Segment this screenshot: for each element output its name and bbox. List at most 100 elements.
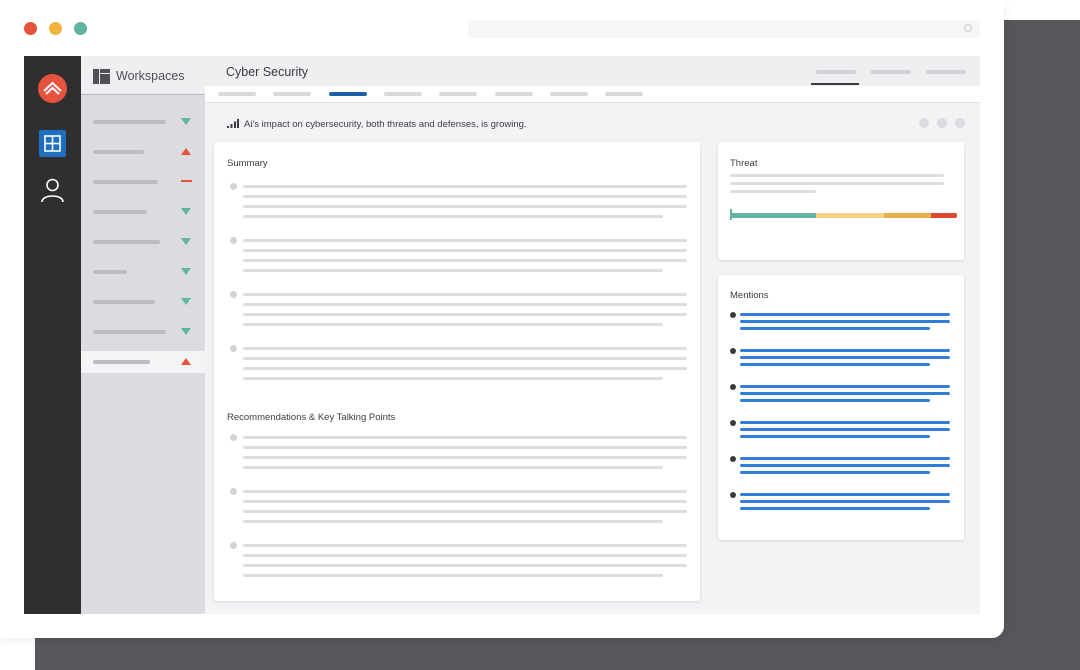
bullet-icon <box>230 542 237 549</box>
mention-link-line <box>740 320 950 323</box>
subtab-5[interactable] <box>439 92 477 96</box>
subtab-1[interactable] <box>218 92 256 96</box>
bullet-icon <box>730 420 736 426</box>
subtab-7[interactable] <box>550 92 588 96</box>
trend-down-icon <box>181 208 191 215</box>
app-frame: Workspaces Cyber Security Ai's impact on… <box>24 56 980 614</box>
header-tab-3[interactable] <box>926 70 966 74</box>
close-window-dot[interactable] <box>24 22 37 35</box>
maximize-window-dot[interactable] <box>74 22 87 35</box>
bullet-icon <box>730 384 736 390</box>
text-line-placeholder <box>243 544 687 547</box>
sidebar-item-label-placeholder <box>93 120 166 124</box>
sidebar-item-label-placeholder <box>93 210 147 214</box>
panel-control-dot-1[interactable] <box>919 118 929 128</box>
mention-link-line <box>740 349 950 352</box>
text-line-placeholder <box>243 510 687 513</box>
panel-control-dot-2[interactable] <box>937 118 947 128</box>
trend-down-icon <box>181 118 191 125</box>
sidebar-item[interactable] <box>81 231 205 253</box>
subtab-6[interactable] <box>495 92 533 96</box>
panel-control-dot-3[interactable] <box>955 118 965 128</box>
threat-gauge-marker <box>730 209 732 220</box>
sidebar-item[interactable] <box>81 141 205 163</box>
subtab-4[interactable] <box>384 92 422 96</box>
sidebar-item[interactable] <box>81 111 205 133</box>
sidebar-item[interactable] <box>81 201 205 223</box>
sidebar-item-label-placeholder <box>93 180 158 184</box>
text-line-placeholder <box>243 564 687 567</box>
search-icon <box>964 24 972 32</box>
trend-down-icon <box>181 328 191 335</box>
threat-gauge-segment <box>883 213 931 218</box>
trend-down-icon <box>181 268 191 275</box>
trend-down-icon <box>181 298 191 305</box>
text-line-placeholder <box>243 249 687 252</box>
threat-gauge <box>731 213 957 218</box>
text-line-placeholder <box>243 293 687 296</box>
mention-link-line <box>740 327 930 330</box>
mention-link-line <box>740 507 930 510</box>
text-line-placeholder <box>243 269 663 272</box>
mention-link-line <box>740 500 950 503</box>
trend-up-icon <box>181 358 191 365</box>
sidebar-item[interactable] <box>81 261 205 283</box>
text-line-placeholder <box>243 313 687 316</box>
trend-down-icon <box>181 238 191 245</box>
header-tab-1[interactable] <box>816 70 856 74</box>
text-line-placeholder <box>243 367 687 370</box>
mention-link-line <box>740 464 950 467</box>
text-line-placeholder <box>243 436 687 439</box>
header-tab-2[interactable] <box>871 70 911 74</box>
text-line-placeholder <box>243 520 663 523</box>
trend-up-icon <box>181 148 191 155</box>
threat-card: Threat <box>718 142 964 260</box>
text-line-placeholder <box>243 347 687 350</box>
threat-gauge-segment <box>731 213 816 218</box>
mention-link-line <box>740 471 930 474</box>
sidebar-item-label-placeholder <box>93 330 166 334</box>
text-line-placeholder <box>243 357 687 360</box>
bullet-icon <box>230 434 237 441</box>
text-line-placeholder <box>243 205 687 208</box>
threat-gauge-segment <box>815 213 884 218</box>
address-bar[interactable] <box>468 20 980 38</box>
subtab-2[interactable] <box>273 92 311 96</box>
mountain-logo-icon[interactable] <box>38 74 67 103</box>
text-line-placeholder <box>243 500 687 503</box>
sidebar-item[interactable] <box>81 291 205 313</box>
mention-link-line <box>740 313 950 316</box>
mentions-card: Mentions <box>718 275 964 540</box>
text-line-placeholder <box>243 574 663 577</box>
sidebar-item-label-placeholder <box>93 300 155 304</box>
mention-link-line <box>740 435 930 438</box>
text-line-placeholder <box>243 303 687 306</box>
sidebar-header: Workspaces <box>81 56 205 95</box>
threat-text-line <box>730 174 944 177</box>
text-line-placeholder <box>243 259 687 262</box>
sidebar-item[interactable] <box>81 321 205 343</box>
recommendations-title: Recommendations & Key Talking Points <box>227 412 396 423</box>
text-line-placeholder <box>243 185 687 188</box>
signal-bars-icon <box>227 119 239 128</box>
trend-flat-icon <box>181 180 192 182</box>
mention-link-line <box>740 385 950 388</box>
mention-link-line <box>740 428 950 431</box>
text-line-placeholder <box>243 195 687 198</box>
sidebar-item[interactable] <box>81 171 205 193</box>
dashboard-icon[interactable] <box>39 130 66 157</box>
sidebar-item[interactable] <box>81 351 205 373</box>
nav-rail <box>24 56 81 614</box>
minimize-window-dot[interactable] <box>49 22 62 35</box>
threat-text-line <box>730 190 816 193</box>
subtab-3-active[interactable] <box>329 92 367 96</box>
threat-title: Threat <box>730 158 758 169</box>
bullet-icon <box>730 348 736 354</box>
insight-text: Ai's impact on cybersecurity, both threa… <box>244 119 527 130</box>
main-content: Cyber Security Ai's impact on cybersecur… <box>205 56 980 614</box>
sidebar-item-label-placeholder <box>93 360 150 364</box>
subtab-8[interactable] <box>605 92 643 96</box>
user-icon[interactable] <box>39 176 66 204</box>
sidebar-item-label-placeholder <box>93 270 127 274</box>
sub-tab-bar <box>205 86 980 103</box>
